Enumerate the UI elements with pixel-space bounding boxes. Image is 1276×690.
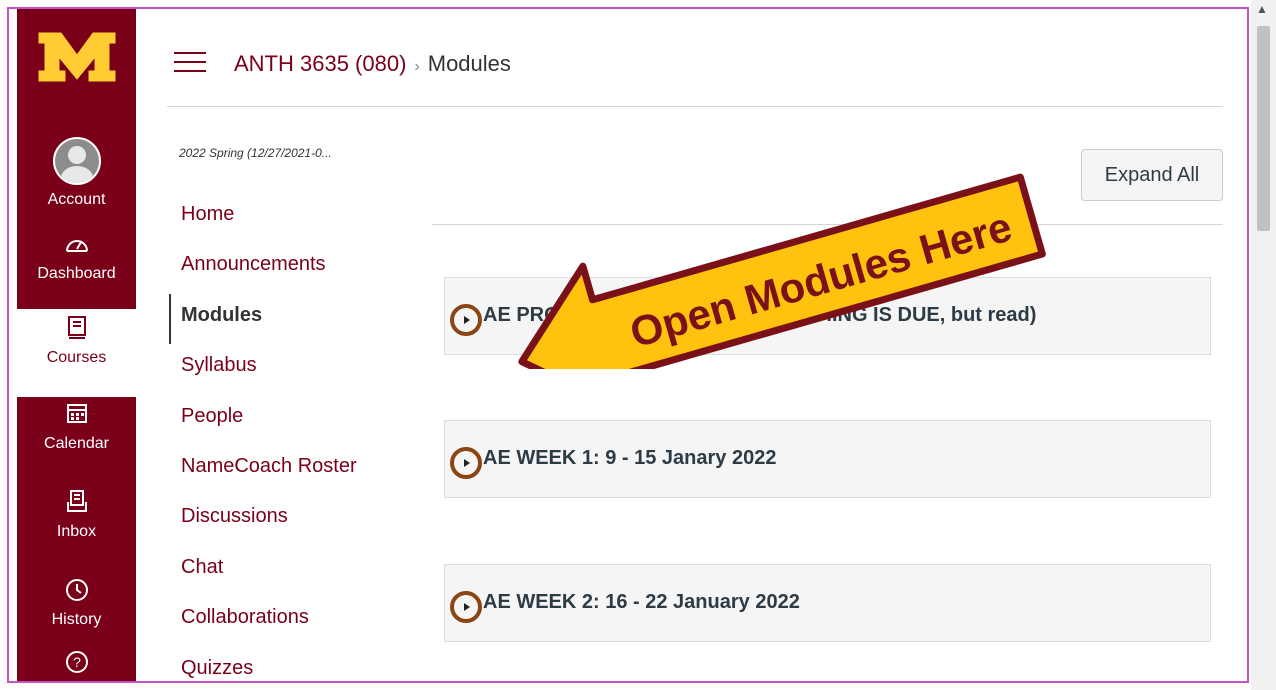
module-expand-toggle[interactable] bbox=[450, 591, 482, 623]
course-nav-quizzes[interactable]: Quizzes bbox=[169, 647, 357, 681]
module-header[interactable]: AE PROGRAM s2022 MEMOS (NOTHING IS DUE, … bbox=[444, 277, 1211, 355]
scrollbar-thumb[interactable] bbox=[1257, 26, 1270, 231]
module-header[interactable]: AE WEEK 1: 9 - 15 Janary 2022 bbox=[444, 420, 1211, 498]
course-nav-discussions[interactable]: Discussions bbox=[169, 495, 357, 545]
module-title: AE WEEK 2: 16 - 22 January 2022 bbox=[483, 591, 800, 613]
app-window: Account Dashboard Courses Calendar Inbox bbox=[7, 7, 1249, 683]
vertical-scrollbar[interactable]: ▲ bbox=[1251, 0, 1276, 690]
course-nav-people[interactable]: People bbox=[169, 395, 357, 445]
breadcrumb-current: Modules bbox=[427, 51, 511, 76]
header-divider bbox=[167, 106, 1223, 107]
global-nav-label: Dashboard bbox=[37, 265, 116, 282]
inbox-icon bbox=[17, 489, 136, 523]
course-nav-syllabus[interactable]: Syllabus bbox=[169, 344, 357, 394]
courses-icon bbox=[17, 315, 136, 349]
breadcrumb-separator: › bbox=[414, 58, 420, 75]
block-m-logo-icon bbox=[38, 32, 116, 82]
hamburger-icon bbox=[174, 52, 206, 54]
course-nav-namecoach-roster[interactable]: NameCoach Roster bbox=[169, 445, 357, 495]
global-nav-history[interactable]: History bbox=[17, 577, 136, 629]
course-nav-home[interactable]: Home bbox=[169, 193, 357, 243]
course-nav-chat[interactable]: Chat bbox=[169, 546, 357, 596]
module-header[interactable]: AE WEEK 2: 16 - 22 January 2022 bbox=[444, 564, 1211, 642]
play-triangle-icon bbox=[464, 316, 470, 324]
global-nav-dashboard[interactable]: Dashboard bbox=[17, 231, 136, 283]
course-nav-collaborations[interactable]: Collaborations bbox=[169, 596, 357, 646]
global-nav-inbox[interactable]: Inbox bbox=[17, 489, 136, 541]
module-title: AE PROGRAM s2022 MEMOS (NOTHING IS DUE, … bbox=[483, 304, 1037, 326]
svg-text:?: ? bbox=[73, 654, 81, 670]
global-nav-label: History bbox=[51, 611, 102, 628]
global-nav: Account Dashboard Courses Calendar Inbox bbox=[17, 9, 136, 681]
global-nav-label: Courses bbox=[46, 349, 107, 366]
scroll-up-arrow-icon[interactable]: ▲ bbox=[1256, 2, 1268, 16]
global-nav-label: Account bbox=[47, 191, 106, 208]
calendar-icon bbox=[17, 401, 136, 435]
breadcrumb-course-link[interactable]: ANTH 3635 (080) bbox=[234, 51, 406, 76]
breadcrumb: ANTH 3635 (080) › Modules bbox=[234, 51, 511, 77]
course-nav-modules[interactable]: Modules bbox=[169, 293, 357, 345]
history-icon bbox=[17, 577, 136, 611]
course-nav-announcements[interactable]: Announcements bbox=[169, 243, 357, 293]
course-nav: Home Announcements Modules Syllabus Peop… bbox=[169, 193, 357, 681]
global-nav-account[interactable]: Account bbox=[17, 137, 136, 209]
global-nav-calendar[interactable]: Calendar bbox=[17, 401, 136, 453]
global-nav-courses[interactable]: Courses bbox=[17, 309, 136, 397]
content-divider bbox=[432, 224, 1223, 225]
help-icon: ? bbox=[17, 649, 136, 681]
course-menu-toggle-button[interactable] bbox=[174, 52, 206, 74]
dashboard-icon bbox=[17, 231, 136, 265]
play-triangle-icon bbox=[464, 459, 470, 467]
module-expand-toggle[interactable] bbox=[450, 447, 482, 479]
module-title: AE WEEK 1: 9 - 15 Janary 2022 bbox=[483, 447, 777, 469]
global-nav-label: Calendar bbox=[44, 435, 109, 452]
course-term: 2022 Spring (12/27/2021-0... bbox=[179, 146, 332, 160]
play-triangle-icon bbox=[464, 603, 470, 611]
account-avatar-icon bbox=[52, 137, 101, 185]
global-nav-help[interactable]: ? bbox=[17, 649, 136, 681]
university-logo[interactable] bbox=[17, 9, 136, 109]
module-expand-toggle[interactable] bbox=[450, 304, 482, 336]
expand-all-button[interactable]: Expand All bbox=[1081, 149, 1223, 201]
global-nav-label: Inbox bbox=[56, 523, 97, 540]
